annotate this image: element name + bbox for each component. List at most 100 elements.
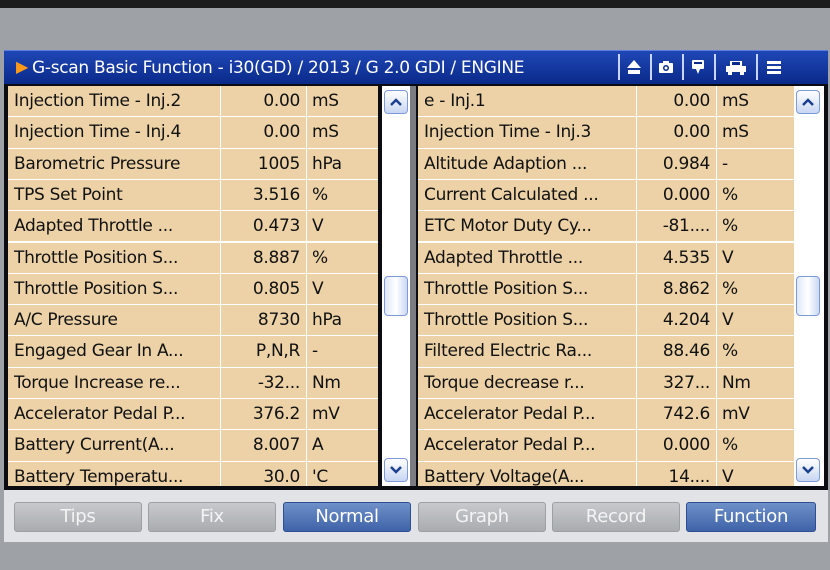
table-row[interactable]: Throttle Position S... 0.805 V — [8, 273, 378, 306]
param-unit: - — [312, 341, 318, 362]
left-scroll-thumb[interactable] — [384, 276, 408, 316]
right-scroll-thumb[interactable] — [796, 276, 820, 316]
home-button[interactable] — [618, 54, 648, 80]
normal-button[interactable]: Normal — [283, 502, 411, 532]
table-row[interactable]: Altitude Adaption ... 0.984- — [418, 148, 794, 180]
column-separator — [220, 117, 221, 148]
table-row[interactable]: Engaged Gear In A... P,N,R - — [8, 336, 378, 368]
column-separator — [306, 117, 307, 148]
param-unit: V — [722, 310, 734, 331]
right-scroll-down-button[interactable] — [796, 458, 820, 482]
table-row[interactable]: Current Calculated ... 0.000% — [418, 179, 794, 212]
table-row[interactable]: Torque decrease r... 327... Nm — [418, 367, 794, 399]
camera-button[interactable] — [650, 54, 680, 80]
param-name: TPS Set Point — [14, 184, 123, 205]
vehicle-icon — [726, 61, 746, 75]
param-unit: V — [312, 216, 324, 237]
param-name: Injection Time - Inj.2 — [14, 91, 181, 111]
column-separator — [716, 117, 717, 148]
column-separator — [636, 117, 637, 148]
right-scrollbar[interactable] — [794, 86, 824, 486]
param-name: Injection Time - Inj.4 — [14, 122, 181, 143]
column-separator — [220, 430, 221, 461]
table-row[interactable]: Accelerator Pedal P... 376.2 mV — [8, 399, 378, 431]
left-scroll-down-button[interactable] — [384, 458, 408, 482]
menu-button[interactable] — [756, 54, 790, 80]
param-unit: % — [722, 184, 738, 205]
table-row[interactable]: e - Inj.1 0.00 mS — [418, 86, 794, 118]
table-row[interactable]: Accelerator Pedal P... 0.000% — [418, 430, 794, 462]
param-unit: - — [722, 153, 728, 174]
function-button[interactable]: Function — [686, 502, 816, 532]
param-value: 1005 — [257, 153, 300, 174]
column-separator — [716, 461, 717, 486]
table-row[interactable]: Battery Current(A... 8.007 A — [8, 430, 378, 462]
column-separator — [716, 86, 717, 117]
vehicle-button[interactable] — [714, 54, 756, 80]
table-row[interactable]: ETC Motor Duty Cy... -81....% — [418, 211, 794, 243]
column-separator — [716, 179, 717, 211]
column-separator — [220, 273, 221, 305]
param-value: 8730 — [257, 310, 300, 331]
param-name: Battery Temperatu... — [14, 466, 184, 486]
param-unit: Nm — [722, 372, 751, 393]
graph-button[interactable]: Graph — [418, 502, 546, 532]
param-name: Throttle Position S... — [424, 310, 589, 331]
table-row[interactable]: Throttle Position S... 8.887% — [8, 242, 378, 274]
comment-button[interactable] — [682, 54, 712, 80]
title-arrow-icon: ▶ — [16, 57, 29, 76]
table-row[interactable]: Battery Temperatu... 30.0 'C — [8, 461, 378, 486]
column-separator — [716, 148, 717, 179]
param-name: Injection Time - Inj.3 — [424, 122, 591, 143]
table-row[interactable]: TPS Set Point 3.516% — [8, 179, 378, 212]
param-value: 327... — [663, 372, 710, 393]
column-separator — [716, 367, 717, 398]
table-row[interactable]: Throttle Position S... 4.204 V — [418, 305, 794, 337]
param-unit: % — [722, 341, 738, 362]
fix-button[interactable]: Fix — [148, 502, 276, 532]
record-button[interactable]: Record — [552, 502, 680, 532]
table-row[interactable]: Torque Increase re... -32... Nm — [8, 367, 378, 399]
column-separator — [716, 211, 717, 242]
column-separator — [306, 399, 307, 430]
column-separator — [306, 273, 307, 305]
param-unit: % — [722, 216, 738, 237]
table-row[interactable]: Barometric Pressure 1005 hPa — [8, 148, 378, 180]
column-separator — [716, 336, 717, 367]
param-value: -81.... — [662, 216, 711, 237]
table-row[interactable]: A/C Pressure 8730 hPa — [8, 305, 378, 337]
param-unit: V — [722, 466, 734, 486]
column-separator — [636, 86, 637, 117]
column-separator — [636, 336, 637, 367]
param-value: 0.00 — [263, 91, 300, 111]
table-row[interactable]: Battery Voltage(A... 14.... V — [418, 461, 794, 486]
param-value: 376.2 — [252, 404, 300, 424]
table-row[interactable]: Injection Time - Inj.3 0.00 mS — [418, 117, 794, 149]
table-row[interactable]: Adapted Throttle ... 4.535 V — [418, 242, 794, 274]
gscan-window: ▶ G-scan Basic Function - i30(GD) / 2013… — [4, 50, 828, 542]
param-value: 0.473 — [252, 216, 300, 237]
tips-button[interactable]: Tips — [14, 502, 142, 532]
column-separator — [306, 242, 307, 273]
table-row[interactable]: Throttle Position S... 8.862% — [418, 273, 794, 306]
table-row[interactable]: Adapted Throttle ... 0.473 V — [8, 211, 378, 243]
param-unit: Nm — [312, 372, 341, 393]
param-value: -32... — [257, 372, 300, 393]
param-name: e - Inj.1 — [424, 91, 486, 111]
table-row[interactable]: Accelerator Pedal P... 742.6 mV — [418, 399, 794, 431]
right-scroll-up-button[interactable] — [796, 90, 820, 114]
param-value: 0.805 — [252, 278, 300, 299]
menu-icon — [767, 61, 781, 74]
param-value: 8.887 — [252, 247, 300, 268]
column-separator — [306, 461, 307, 486]
left-scrollbar[interactable] — [382, 86, 410, 486]
param-unit: mV — [722, 404, 750, 424]
table-row[interactable]: Filtered Electric Ra... 88.46% — [418, 336, 794, 368]
param-name: Throttle Position S... — [14, 247, 179, 268]
table-row[interactable]: Injection Time - Inj.2 0.00 mS — [8, 86, 378, 118]
left-scroll-up-button[interactable] — [384, 90, 408, 114]
column-separator — [306, 211, 307, 242]
param-name: Filtered Electric Ra... — [424, 341, 592, 362]
table-row[interactable]: Injection Time - Inj.4 0.00 mS — [8, 117, 378, 149]
param-name: Accelerator Pedal P... — [424, 435, 596, 456]
